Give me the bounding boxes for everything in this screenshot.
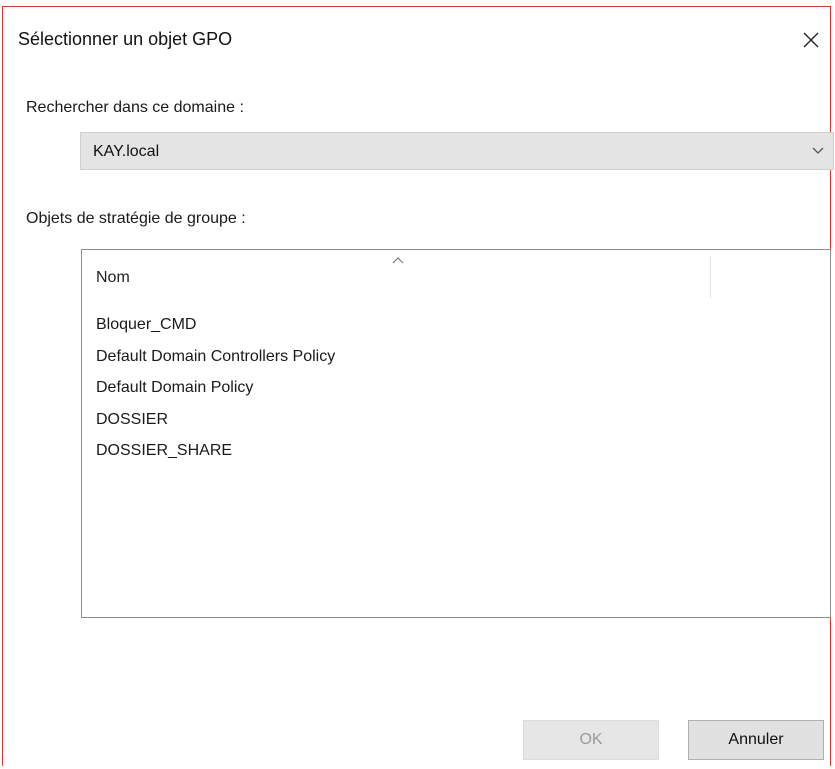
gpo-select-dialog: Sélectionner un objet GPO Rechercher dan…	[2, 6, 834, 766]
list-item[interactable]: Default Domain Controllers Policy	[96, 341, 335, 373]
gpo-listbox[interactable]: Nom Bloquer_CMD Default Domain Controlle…	[81, 249, 831, 618]
close-icon	[803, 32, 819, 48]
cancel-button[interactable]: Annuler	[688, 720, 824, 760]
domain-label: Rechercher dans ce domaine :	[26, 99, 244, 116]
chevron-down-icon	[812, 147, 824, 154]
list-item[interactable]: Bloquer_CMD	[96, 309, 335, 341]
list-header: Nom	[82, 250, 830, 298]
dialog-title: Sélectionner un objet GPO	[18, 29, 233, 49]
domain-select[interactable]: KAY.local	[80, 132, 834, 170]
ok-button[interactable]: OK	[523, 720, 659, 760]
list-item[interactable]: DOSSIER_SHARE	[96, 435, 335, 467]
sort-ascending-icon	[392, 257, 404, 264]
list-item[interactable]: Default Domain Policy	[96, 372, 335, 404]
close-button[interactable]	[790, 19, 830, 63]
column-header-name[interactable]: Nom	[96, 269, 130, 287]
column-divider[interactable]	[710, 256, 711, 298]
gpo-list-label: Objets de stratégie de groupe :	[26, 210, 246, 227]
list-item[interactable]: DOSSIER	[96, 404, 335, 436]
domain-select-value: KAY.local	[93, 143, 160, 160]
title-bar: Sélectionner un objet GPO	[3, 7, 830, 69]
gpo-items: Bloquer_CMD Default Domain Controllers P…	[96, 309, 335, 467]
